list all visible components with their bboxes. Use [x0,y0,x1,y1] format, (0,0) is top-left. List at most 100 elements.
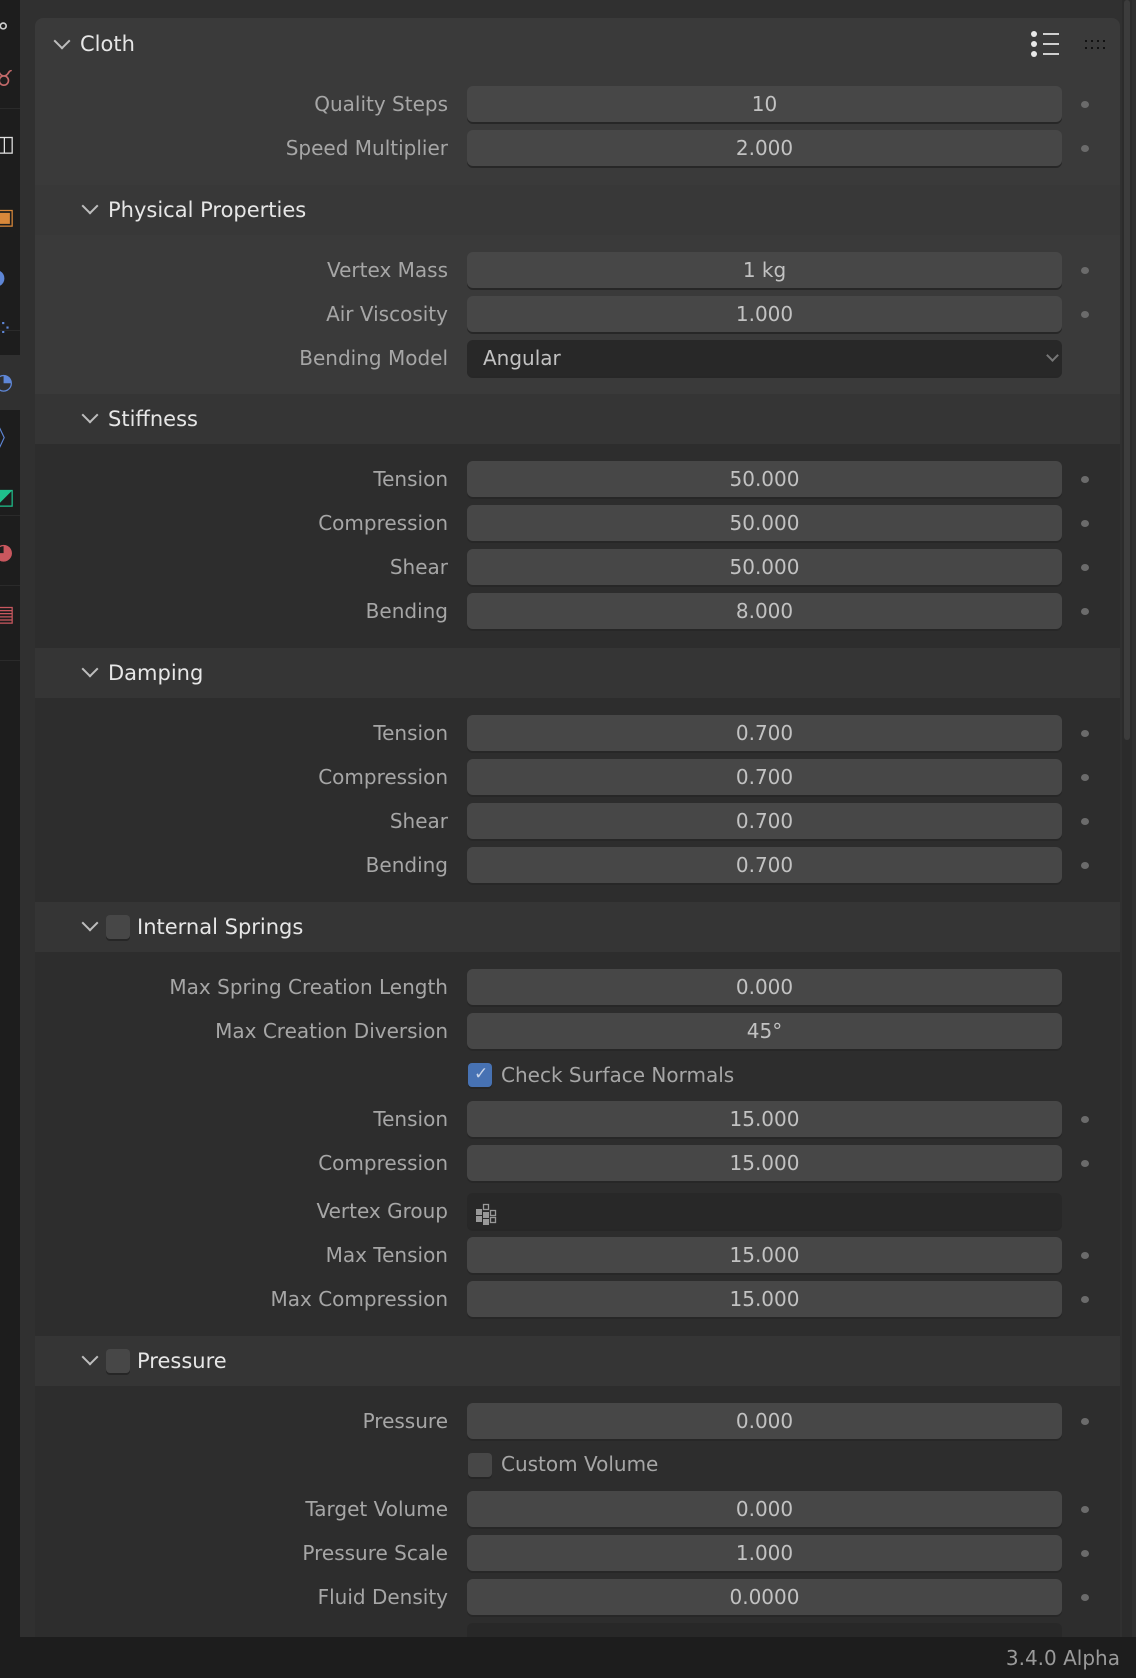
keyframe-dot[interactable] [1081,818,1089,825]
number-field[interactable]: 15.000 [467,1281,1062,1317]
number-field[interactable]: 0.700 [467,715,1062,751]
property-label: Max Creation Diversion [215,1019,448,1043]
keyframe-dot[interactable] [1081,1550,1089,1557]
presets-list-icon[interactable] [1030,30,1064,60]
bending-model-dropdown[interactable]: Angular [467,340,1062,376]
keyframe-dot[interactable] [1081,730,1089,737]
tab-divider [0,660,20,661]
checkmark-icon: ✓ [474,1064,489,1084]
internal-springs-title: Internal Springs [137,915,304,939]
keyframe-dot[interactable] [1081,1116,1089,1123]
tab-object[interactable]: ▣ [0,190,20,245]
drag-handle-icon[interactable] [1085,37,1107,49]
property-label: Fluid Density [317,1585,448,1609]
number-field[interactable]: 15.000 [467,1145,1062,1181]
tab-modifier[interactable]: ◗ [0,250,20,305]
vertex-group-icon [474,1201,500,1227]
property-label: Bending [365,853,448,877]
property-label: Compression [318,1151,448,1175]
object-data-icon: ◩ [0,484,15,510]
material-icon: ◕ [0,539,14,565]
damping-title: Damping [108,661,204,685]
keyframe-dot[interactable] [1081,1594,1089,1601]
pressure-title: Pressure [137,1349,227,1373]
number-field[interactable]: 0.000 [467,1491,1062,1527]
pressure-enable-checkbox[interactable] [106,1349,130,1373]
keyframe-dot[interactable] [1081,1252,1089,1259]
tab-scene[interactable]: ♉ [0,55,20,105]
property-label: Speed Multiplier [285,136,448,160]
tab-divider [0,515,20,516]
number-field[interactable]: 0.0000 [467,1579,1062,1615]
number-field[interactable]: 10 [467,86,1062,122]
number-field[interactable]: 15.000 [467,1101,1062,1137]
keyframe-dot[interactable] [1081,145,1089,152]
number-field[interactable]: 45° [467,1013,1062,1049]
keyframe-dot[interactable] [1081,311,1089,318]
keyframe-dot[interactable] [1081,1418,1089,1425]
keyframe-dot[interactable] [1081,1296,1089,1303]
constraint-icon: ⚬ [0,14,13,40]
number-field[interactable]: 50.000 [467,549,1062,585]
property-label: Vertex Group [316,1199,448,1223]
number-field[interactable]: 0.700 [467,803,1062,839]
number-field[interactable]: 1.000 [467,296,1062,332]
property-label: Pressure [362,1409,448,1433]
scene-icon: ♉ [0,67,14,92]
tab-divider [0,330,20,331]
scrollbar-thumb[interactable] [1124,0,1130,740]
tab-world[interactable]: ◫ [0,110,20,180]
keyframe-dot[interactable] [1081,608,1089,615]
keyframe-dot[interactable] [1081,476,1089,483]
tab-object-data[interactable]: ◩ [0,470,20,525]
world-icon: ◫ [0,132,15,157]
vertex-group-field[interactable] [467,1193,1062,1229]
property-label: Vertex Mass [327,258,448,282]
physical-properties-title: Physical Properties [108,198,307,222]
keyframe-dot[interactable] [1081,862,1089,869]
tab-constraint[interactable]: ⚬ [0,0,20,55]
custom-volume-label: Custom Volume [501,1452,659,1476]
property-label: Max Compression [270,1287,448,1311]
tab-texture[interactable]: ▤ [0,590,20,640]
keyframe-dot[interactable] [1081,1160,1089,1167]
property-label: Bending Model [299,346,448,370]
physics-icon: ◔ [0,369,14,395]
object-constraint-icon: ◊ [0,426,5,449]
property-label: Air Viscosity [326,302,448,326]
tab-material[interactable]: ◕ [0,525,20,580]
version-label: 3.4.0 Alpha [1005,1646,1120,1670]
tab-object-constraint[interactable]: ◊ [0,410,20,465]
property-label: Shear [389,555,448,579]
number-field[interactable]: 2.000 [467,130,1062,166]
texture-icon: ▤ [0,602,15,627]
number-field[interactable]: 15.000 [467,1237,1062,1273]
number-field[interactable]: 0.700 [467,847,1062,883]
number-field[interactable]: 0.000 [467,969,1062,1005]
property-label: Pressure Scale [302,1541,448,1565]
property-label: Tension [373,721,448,745]
tab-physics[interactable]: ◔ [0,355,20,410]
number-field[interactable]: 0.000 [467,1403,1062,1439]
number-field[interactable]: 1.000 [467,1535,1062,1571]
keyframe-dot[interactable] [1081,520,1089,527]
property-label: Bending [365,599,448,623]
dropdown-value: Angular [483,346,561,370]
custom-volume-checkbox[interactable] [468,1453,492,1477]
stiffness-title: Stiffness [108,407,198,431]
number-field[interactable]: 50.000 [467,505,1062,541]
status-bar: 3.4.0 Alpha [0,1637,1136,1678]
keyframe-dot[interactable] [1081,267,1089,274]
keyframe-dot[interactable] [1081,1506,1089,1513]
number-field[interactable]: 8.000 [467,593,1062,629]
number-field[interactable]: 50.000 [467,461,1062,497]
tab-divider [0,585,20,586]
tab-divider [0,108,20,109]
number-field[interactable]: 0.700 [467,759,1062,795]
keyframe-dot[interactable] [1081,564,1089,571]
number-field[interactable]: 1 kg [467,252,1062,288]
property-label: Shear [389,809,448,833]
keyframe-dot[interactable] [1081,101,1089,108]
internal-springs-enable-checkbox[interactable] [106,915,130,939]
keyframe-dot[interactable] [1081,774,1089,781]
